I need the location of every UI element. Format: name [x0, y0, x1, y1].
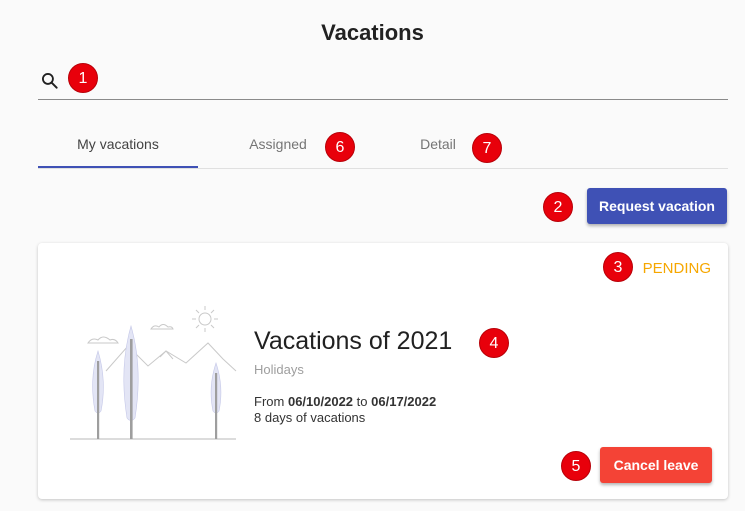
annotation-badge-3: 3	[603, 252, 633, 282]
search-bar[interactable]	[38, 62, 728, 100]
card-subtitle: Holidays	[254, 362, 304, 377]
annotation-badge-2: 2	[543, 192, 573, 222]
from-date: 06/10/2022	[287, 394, 354, 409]
tab-my-vacations[interactable]: My vacations	[38, 120, 198, 168]
status-badge: PENDING	[642, 260, 711, 277]
annotation-badge-5: 5	[561, 451, 591, 481]
days-count: 8 days of vacations	[254, 410, 366, 425]
vacation-dates: From 06/10/2022 to 06/17/2022 8 days of …	[254, 394, 436, 426]
request-vacation-button[interactable]: Request vacation	[587, 188, 727, 224]
from-prefix: From	[254, 394, 285, 409]
winter-trees-illustration	[70, 306, 237, 440]
search-icon[interactable]	[40, 71, 60, 91]
page-title: Vacations	[321, 20, 424, 45]
to-date: 06/17/2022	[371, 394, 437, 409]
annotation-badge-7: 7	[472, 133, 502, 163]
tab-bar: My vacations Assigned Detail	[38, 120, 728, 169]
card-title: Vacations of 2021	[254, 327, 453, 355]
annotation-badge-4: 4	[479, 328, 509, 358]
annotation-badge-6: 6	[325, 132, 355, 162]
annotation-badge-1: 1	[68, 63, 98, 93]
to-word: to	[356, 394, 368, 409]
cancel-leave-button[interactable]: Cancel leave	[600, 447, 712, 483]
